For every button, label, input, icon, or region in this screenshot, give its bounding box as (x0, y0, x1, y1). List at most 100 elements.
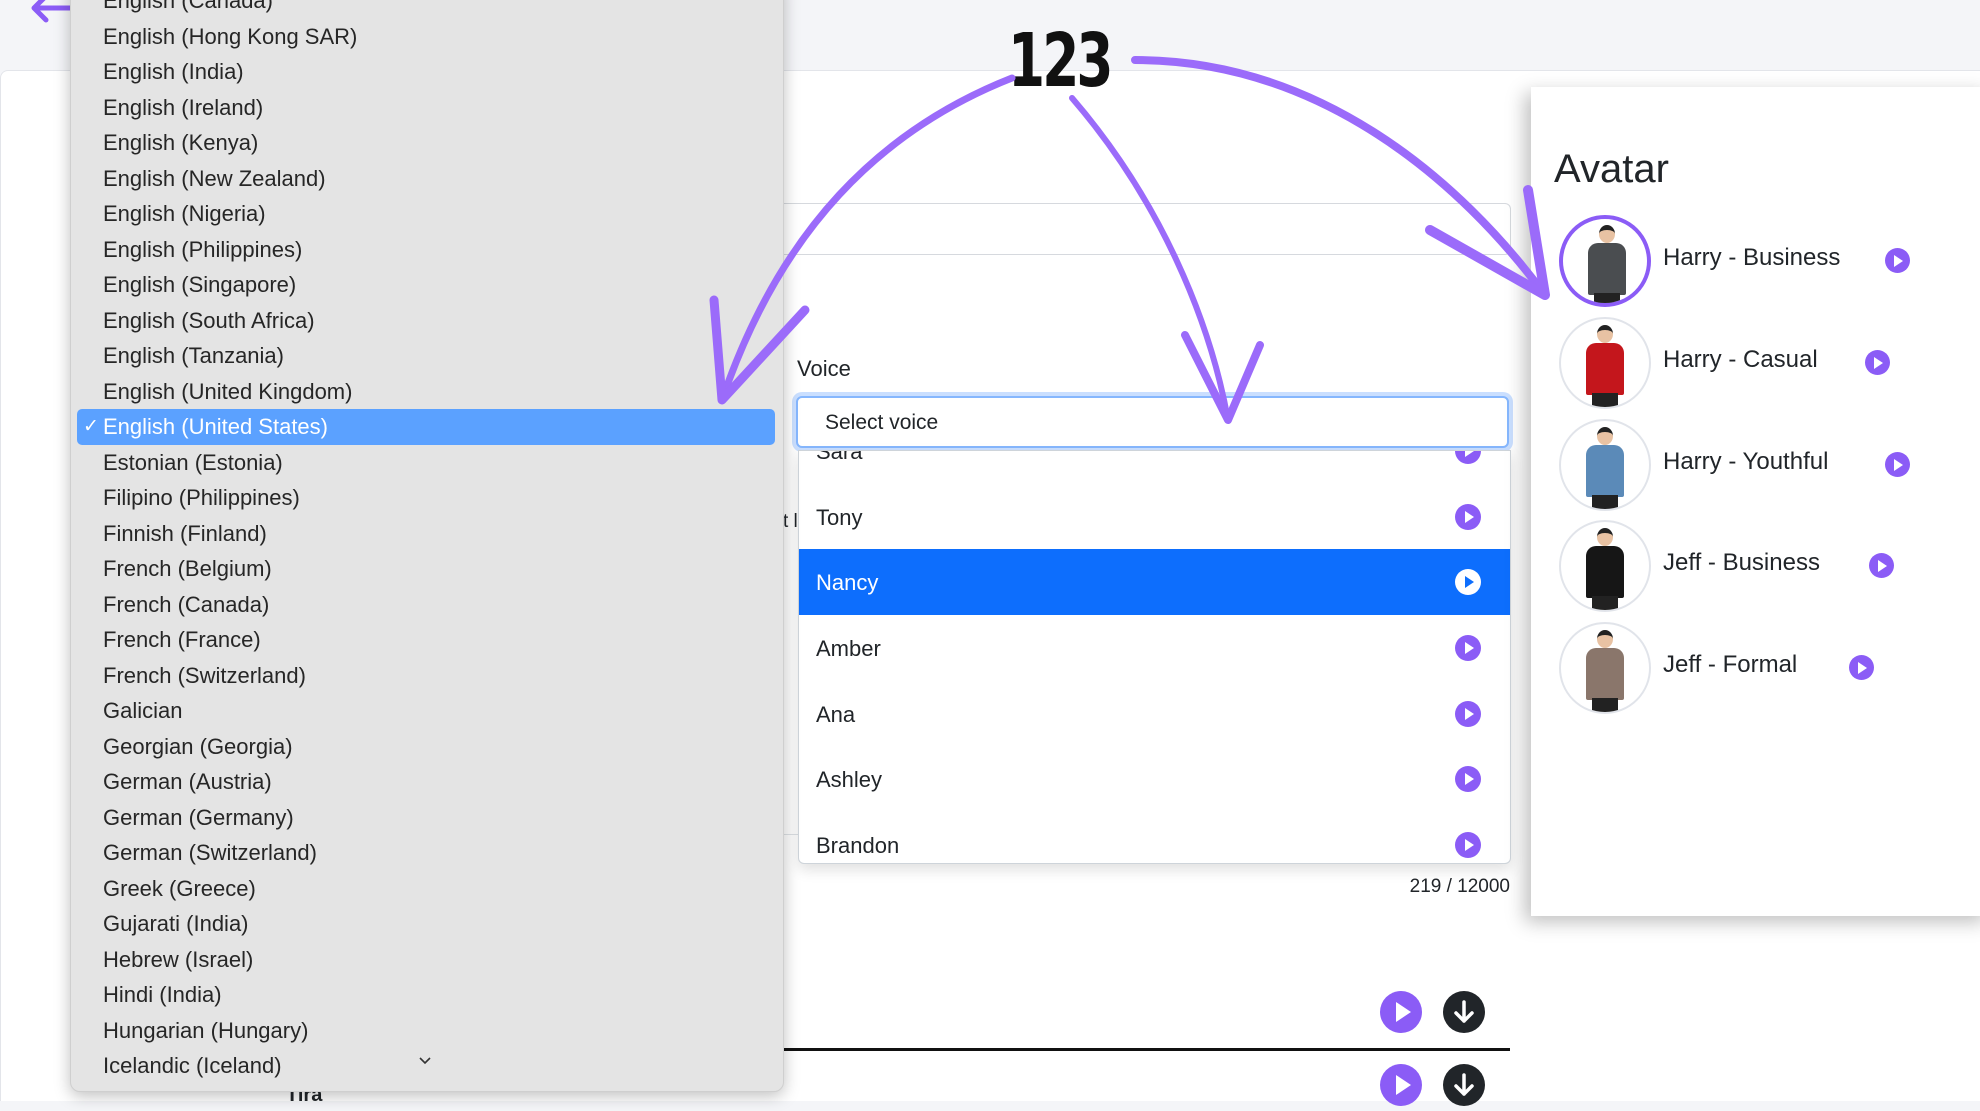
play-preview-icon[interactable] (1865, 350, 1890, 375)
language-option[interactable]: English (United Kingdom) (103, 374, 352, 410)
annotation-number: 123 (1008, 18, 1113, 104)
language-option-label: French (Belgium) (103, 556, 272, 581)
voice-option[interactable]: Nancy (799, 549, 1510, 616)
language-option-label: Estonian (Estonia) (103, 449, 283, 475)
play-audio-button[interactable] (1380, 991, 1422, 1033)
chevron-down-icon[interactable] (419, 1055, 431, 1067)
play-preview-icon[interactable] (1849, 655, 1874, 680)
language-option[interactable]: French (Switzerland) (103, 658, 306, 694)
arrow-down-icon (1454, 1000, 1474, 1023)
language-option-label: Georgian (Georgia) (103, 733, 293, 759)
language-option-label: English (India) (103, 59, 244, 84)
language-option[interactable]: French (France) (103, 622, 261, 658)
language-option[interactable]: English (Canada) (103, 0, 273, 19)
language-option-label: Gujarati (India) (103, 911, 249, 936)
title-input[interactable] (782, 203, 1511, 255)
language-option[interactable]: English (Nigeria) (103, 196, 266, 232)
language-option[interactable]: Finnish (Finland) (103, 516, 267, 552)
language-option-label: English (New Zealand) (103, 165, 326, 191)
language-option-label: English (Kenya) (103, 130, 259, 155)
avatar-thumbnail[interactable] (1559, 520, 1651, 612)
avatar-panel: Avatar Harry - Business Harry - Casual Har… (1531, 87, 1980, 916)
voice-label: Voice (797, 356, 851, 381)
language-option[interactable]: Georgian (Georgia) (103, 729, 293, 765)
avatar-thumbnail[interactable] (1559, 215, 1651, 307)
voice-options-list[interactable]: Sara Tony Nancy Amber Ana Ashley Brandon (798, 450, 1511, 864)
play-preview-icon[interactable] (1455, 700, 1481, 727)
voice-select[interactable]: Select voice (796, 396, 1509, 448)
play-preview-icon[interactable] (1869, 553, 1894, 578)
language-option-label: English (Nigeria) (103, 201, 266, 226)
checkmark-icon: ✓ (83, 416, 99, 437)
voice-option[interactable]: Ashley (799, 746, 1510, 812)
play-preview-icon[interactable] (1455, 451, 1481, 464)
arrow-left-icon[interactable] (28, 0, 76, 32)
voice-option[interactable]: Ana (799, 681, 1510, 747)
language-dropdown[interactable]: English (Canada) English (Hong Kong SAR) E… (70, 0, 784, 1092)
avatar-name: Harry - Business (1663, 244, 1841, 271)
avatar-option[interactable]: Harry - Casual (1559, 317, 1979, 409)
language-option[interactable]: English (Singapore) (103, 267, 296, 303)
voice-option-name: Brandon (816, 833, 900, 859)
avatar-option[interactable]: Harry - Youthful (1559, 419, 1979, 511)
language-option[interactable]: Hebrew (Israel) (103, 942, 253, 978)
language-option[interactable]: Hungarian (Hungary) (103, 1013, 308, 1049)
avatar-thumbnail[interactable] (1559, 317, 1651, 409)
avatar-option[interactable]: Harry - Business (1559, 215, 1979, 307)
voice-option-name: Ashley (816, 767, 883, 793)
language-option-label: Hebrew (Israel) (103, 946, 254, 972)
voice-option[interactable]: Tony (799, 484, 1510, 550)
language-option-label: English (Canada) (103, 0, 273, 13)
language-option[interactable]: English (Hong Kong SAR) (103, 19, 357, 55)
language-option[interactable]: English (Tanzania) (103, 338, 284, 374)
language-option[interactable]: Gujarati (India) (103, 906, 249, 942)
language-option[interactable]: Galician (103, 693, 182, 729)
language-option[interactable]: French (Canada) (103, 587, 269, 623)
avatar-thumbnail[interactable] (1559, 419, 1651, 511)
play-preview-icon[interactable] (1885, 248, 1910, 273)
language-option-label: Hindi (India) (103, 982, 222, 1007)
language-option[interactable]: Filipino (Philippines) (103, 480, 300, 516)
avatar-option[interactable]: Jeff - Formal (1559, 622, 1979, 714)
language-option-label: English (United States) (103, 414, 328, 439)
language-option[interactable]: English (India) (103, 54, 244, 90)
language-option[interactable]: German (Switzerland) (103, 835, 317, 871)
voice-option-name: Nancy (816, 570, 879, 596)
language-option[interactable]: German (Germany) (103, 800, 294, 836)
language-option[interactable]: English (Ireland) (103, 90, 263, 126)
voice-option[interactable]: Brandon (799, 812, 1510, 863)
play-preview-icon[interactable] (1455, 635, 1481, 662)
avatar-thumbnail[interactable] (1559, 622, 1651, 714)
language-option[interactable]: French (Belgium) (103, 551, 272, 587)
language-option-label: English (Philippines) (103, 236, 303, 262)
language-option[interactable]: Icelandic (Iceland) (103, 1048, 282, 1084)
language-option[interactable]: English (South Africa) (103, 303, 315, 339)
language-option[interactable]: English (Kenya) (103, 125, 258, 161)
language-option-label: Filipino (Philippines) (103, 485, 300, 510)
voice-option[interactable]: Amber (799, 615, 1510, 681)
play-preview-icon[interactable] (1455, 503, 1481, 530)
play-preview-icon[interactable] (1885, 452, 1910, 477)
language-option[interactable]: English (New Zealand) (103, 161, 326, 197)
voice-option[interactable]: Sara (799, 451, 1510, 484)
section-divider (782, 1048, 1510, 1051)
language-option[interactable]: English (Philippines) (103, 232, 302, 268)
voice-select-placeholder: Select voice (825, 411, 939, 434)
language-option-label: French (Canada) (103, 591, 270, 617)
avatar-option[interactable]: Jeff - Business (1559, 520, 1979, 612)
download-button[interactable] (1443, 991, 1485, 1033)
language-option-label: German (Switzerland) (103, 840, 317, 865)
play-preview-icon[interactable] (1455, 569, 1481, 596)
play-preview-icon[interactable] (1455, 766, 1481, 793)
play-preview-icon[interactable] (1455, 832, 1481, 859)
avatar-name: Jeff - Formal (1663, 651, 1798, 678)
language-option[interactable]: Greek (Greece) (103, 871, 256, 907)
language-option[interactable]: Estonian (Estonia) (103, 445, 283, 481)
language-option-label: Icelandic (Iceland) (103, 1053, 282, 1078)
language-option-label: Galician (103, 698, 183, 723)
language-option-selected[interactable]: ✓ English (United States) (77, 409, 775, 445)
language-option[interactable]: Hindi (India) (103, 977, 222, 1013)
voice-option-name: Ana (816, 701, 856, 727)
language-option[interactable]: German (Austria) (103, 764, 272, 800)
language-option-label: French (France) (103, 627, 261, 652)
